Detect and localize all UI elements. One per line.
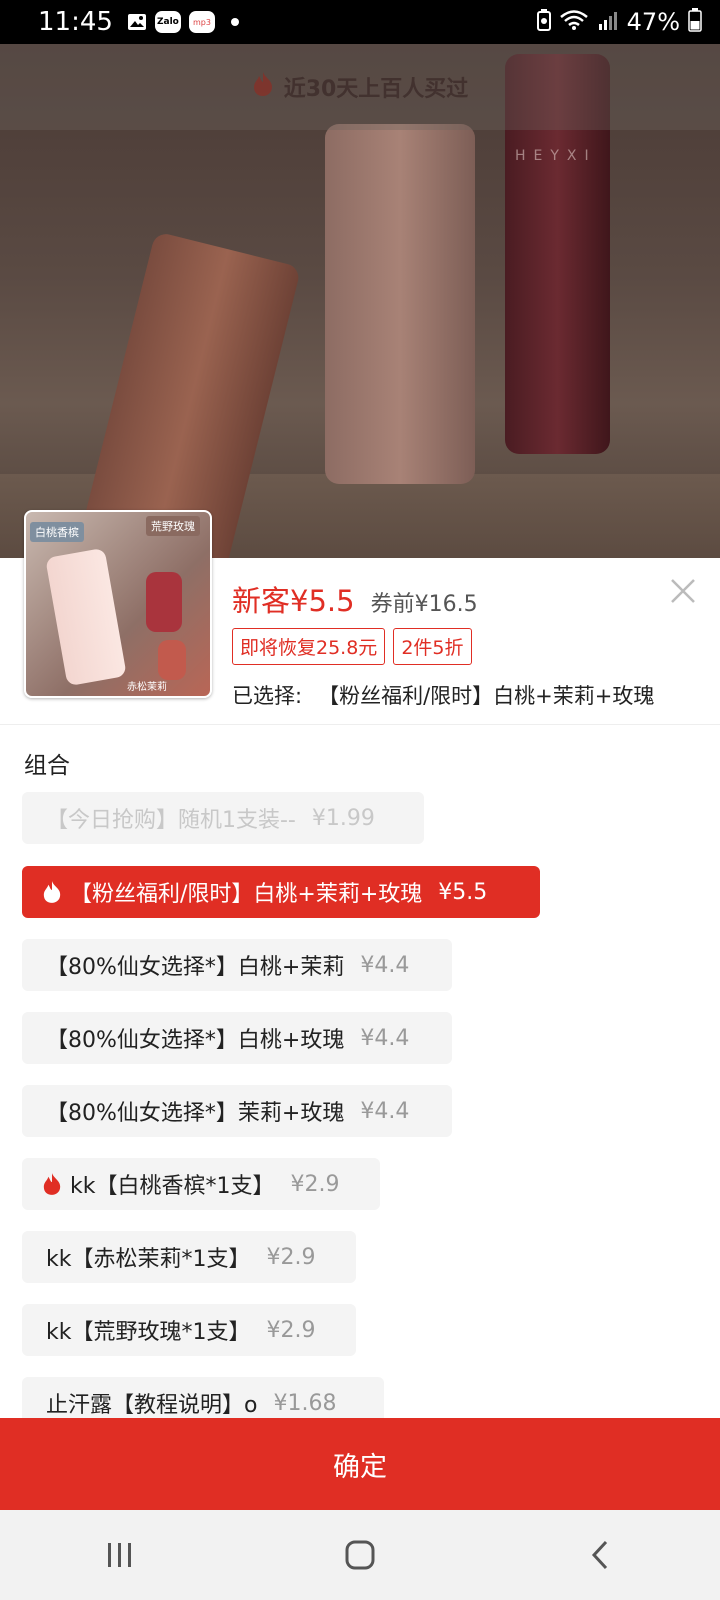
sku-option-label: 【粉丝福利/限时】白桃+茉莉+玫瑰 bbox=[70, 882, 423, 907]
sku-option-peach-jasmine[interactable]: 【80%仙女选择*】白桃+茉莉 ¥4.4 bbox=[22, 939, 452, 991]
sku-option-price: ¥4.4 bbox=[360, 1025, 410, 1051]
sku-option-price: ¥2.9 bbox=[266, 1244, 316, 1270]
divider bbox=[0, 724, 720, 725]
price-restore-tag: 即将恢复25.8元 bbox=[232, 628, 386, 665]
recent-apps-button[interactable] bbox=[90, 1525, 150, 1585]
sku-option-label: 【今日抢购】随机1支装-- bbox=[46, 808, 296, 833]
status-time: 11:45 bbox=[38, 7, 113, 37]
notification-icons: Zalo mp3 bbox=[127, 11, 239, 33]
sku-option-price: ¥2.9 bbox=[290, 1171, 340, 1197]
sold-banner: 近30天上百人买过 bbox=[0, 44, 720, 130]
sku-option-peach-rose[interactable]: 【80%仙女选择*】白桃+玫瑰 ¥4.4 bbox=[22, 1012, 452, 1064]
sku-option-jasmine-rose[interactable]: 【80%仙女选择*】茉莉+玫瑰 ¥4.4 bbox=[22, 1085, 452, 1137]
system-nav-bar bbox=[0, 1510, 720, 1600]
sku-option-fan-bundle[interactable]: 【粉丝福利/限时】白桃+茉莉+玫瑰 ¥5.5 bbox=[22, 866, 540, 918]
selected-summary: 已选择: 【粉丝福利/限时】白桃+茉莉+玫瑰 bbox=[232, 680, 654, 710]
thumb-tag-jasmine: 赤松茉莉 bbox=[127, 682, 167, 693]
sku-option-label: 【80%仙女选择*】茉莉+玫瑰 bbox=[46, 1101, 345, 1126]
sku-option-jasmine-single[interactable]: kk【赤松茉莉*1支】 ¥2.9 bbox=[22, 1231, 356, 1283]
sku-option-label: 止汗露【教程说明】o bbox=[46, 1393, 258, 1418]
signal-icon bbox=[597, 9, 619, 35]
sold-count-text: 近30天上百人买过 bbox=[283, 77, 469, 102]
selected-value: 【粉丝福利/限时】白桃+茉莉+玫瑰 bbox=[318, 684, 655, 708]
sku-option-peach-single[interactable]: kk【白桃香槟*1支】 ¥2.9 bbox=[22, 1158, 380, 1210]
zalo-icon: Zalo bbox=[154, 11, 181, 33]
zing-mp3-icon: mp3 bbox=[188, 11, 215, 33]
sku-option-price: ¥1.68 bbox=[273, 1390, 337, 1416]
sku-option-label: kk【白桃香槟*1支】 bbox=[70, 1174, 275, 1199]
status-bar: 11:45 Zalo mp3 47% bbox=[0, 0, 720, 44]
sku-option-price: ¥2.9 bbox=[266, 1317, 316, 1343]
jasmine-bottle-image bbox=[325, 124, 475, 484]
sku-option-rose-single[interactable]: kk【荒野玫瑰*1支】 ¥2.9 bbox=[22, 1304, 356, 1356]
product-thumbnail[interactable]: 白桃香槟 荒野玫瑰 赤松茉莉 bbox=[24, 510, 212, 698]
promo-tags: 即将恢复25.8元 2件5折 bbox=[232, 628, 472, 665]
price-row: 新客¥5.5 券前¥16.5 bbox=[232, 578, 478, 620]
thumb-jasmine-stick bbox=[158, 640, 186, 680]
battery-saver-icon bbox=[536, 9, 551, 35]
fire-icon bbox=[42, 880, 64, 904]
home-icon bbox=[345, 1540, 375, 1570]
sku-option-price: ¥4.4 bbox=[360, 1098, 410, 1124]
more-notifications-icon bbox=[230, 18, 239, 26]
discount-tag: 2件5折 bbox=[393, 628, 472, 665]
sku-option-label: kk【赤松茉莉*1支】 bbox=[46, 1247, 251, 1272]
group-title: 组合 bbox=[24, 753, 70, 779]
sku-option-flash-sale[interactable]: 【今日抢购】随机1支装-- ¥1.99 bbox=[22, 792, 424, 844]
battery-percent: 47% bbox=[626, 8, 680, 36]
recent-apps-icon bbox=[108, 1543, 131, 1567]
fire-icon bbox=[42, 1172, 64, 1196]
thumb-tag-peach: 白桃香槟 bbox=[30, 522, 84, 542]
gallery-icon bbox=[127, 13, 147, 31]
home-button[interactable] bbox=[330, 1525, 390, 1585]
new-customer-price: 新客¥5.5 bbox=[232, 584, 355, 618]
brand-logo: HEYXI bbox=[515, 148, 597, 164]
thumb-tag-rose: 荒野玫瑰 bbox=[146, 516, 200, 536]
battery-icon bbox=[688, 8, 702, 36]
confirm-button[interactable]: 确定 bbox=[0, 1418, 720, 1510]
sku-option-price: ¥4.4 bbox=[360, 952, 410, 978]
fire-icon bbox=[252, 71, 274, 103]
sku-option-label: 【80%仙女选择*】白桃+茉莉 bbox=[46, 955, 345, 980]
back-button[interactable] bbox=[570, 1525, 630, 1585]
product-photo-backdrop[interactable]: HEYXI 近30天上百人买过 bbox=[0, 44, 720, 558]
sku-option-price: ¥5.5 bbox=[438, 879, 488, 905]
pre-coupon-price: 券前¥16.5 bbox=[370, 592, 478, 617]
thumb-rose-stick bbox=[146, 572, 182, 632]
back-icon bbox=[591, 1540, 608, 1570]
selected-label: 已选择: bbox=[232, 684, 303, 708]
wifi-icon bbox=[559, 9, 589, 35]
thumb-peach-stick bbox=[45, 547, 127, 687]
status-right: 47% bbox=[536, 8, 702, 36]
close-icon[interactable] bbox=[668, 576, 704, 612]
sku-option-price: ¥1.99 bbox=[311, 805, 375, 831]
sku-option-label: 【80%仙女选择*】白桃+玫瑰 bbox=[46, 1028, 345, 1053]
sku-option-label: kk【荒野玫瑰*1支】 bbox=[46, 1320, 251, 1345]
